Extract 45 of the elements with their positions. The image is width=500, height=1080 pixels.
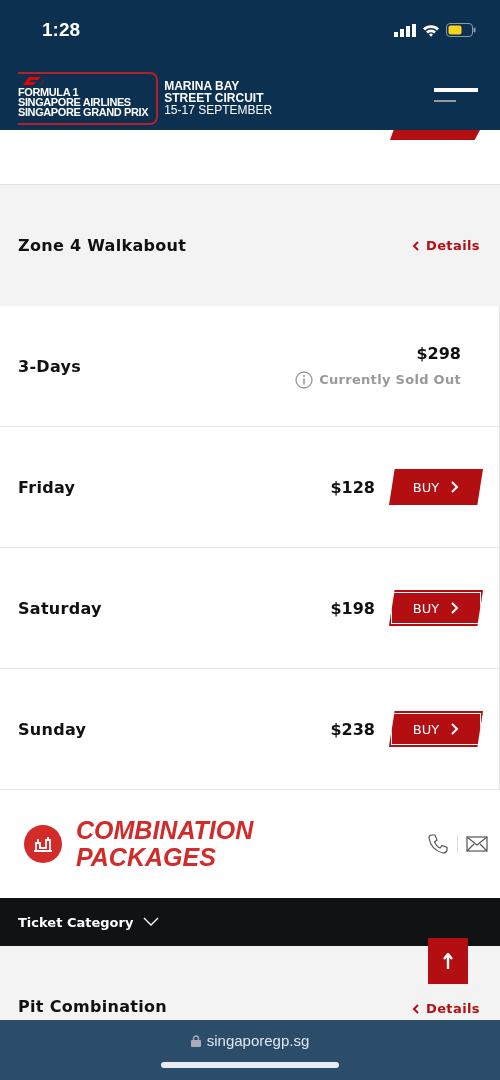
f1-icon	[20, 75, 46, 85]
ticket-price: $298	[416, 343, 461, 363]
package-title: Pit Combination	[18, 997, 167, 1016]
status-time: 1:28	[42, 19, 81, 41]
chevron-down-icon	[143, 917, 160, 927]
ticket-name: 3-Days	[18, 356, 82, 376]
logo[interactable]: FORMULA 1 SINGAPORE AIRLINES SINGAPORE GRAND PRIX	[18, 71, 159, 125]
signal-icon	[394, 23, 416, 37]
logo-text: FORMULA 1	[18, 86, 80, 97]
ticket-price: $198	[330, 598, 375, 618]
back-to-top-button[interactable]	[428, 938, 468, 984]
ticket-price: $238	[330, 719, 375, 739]
chevron-right-icon	[449, 602, 460, 614]
chevron-right-icon	[449, 723, 460, 735]
wifi-icon	[422, 23, 440, 37]
venue-text: STREET CIRCUIT	[164, 92, 265, 104]
chevron-left-icon	[411, 240, 420, 251]
ticket-price: $128	[330, 477, 375, 497]
section-title: COMBINATION	[76, 817, 254, 844]
logo-text: SINGAPORE GRAND PRIX	[18, 106, 149, 117]
phone-icon[interactable]	[427, 833, 449, 855]
ticket-name: Friday	[18, 477, 76, 497]
section-title: PACKAGES	[76, 844, 217, 871]
arrow-up-icon	[443, 953, 453, 969]
buy-button[interactable]: BUY	[389, 711, 483, 747]
chevron-right-icon	[449, 481, 460, 493]
buy-button[interactable]: BUY	[389, 590, 483, 626]
battery-icon	[446, 23, 476, 37]
ticket-name: Saturday	[18, 598, 102, 618]
ticket-category-dropdown[interactable]: Ticket Category	[18, 914, 160, 930]
mail-icon[interactable]	[466, 835, 488, 853]
details-link[interactable]: Details	[411, 1001, 480, 1016]
buy-button[interactable]: BUY	[389, 469, 483, 505]
venue-text: MARINA BAY	[164, 80, 241, 92]
buy-button[interactable]	[390, 130, 480, 140]
details-link[interactable]: Details	[411, 238, 480, 253]
ticket-name: Sunday	[18, 719, 87, 739]
info-icon	[295, 370, 314, 389]
lock-icon	[190, 1034, 201, 1047]
zone-title: Zone 4 Walkabout	[18, 236, 187, 255]
sold-out-note: Currently Sold Out	[319, 372, 461, 387]
logo-text: SINGAPORE AIRLINES	[18, 96, 132, 107]
seats-icon	[24, 825, 62, 863]
venue-text: 15-17 SEPTEMBER	[164, 104, 273, 116]
chevron-left-icon	[411, 1003, 420, 1014]
